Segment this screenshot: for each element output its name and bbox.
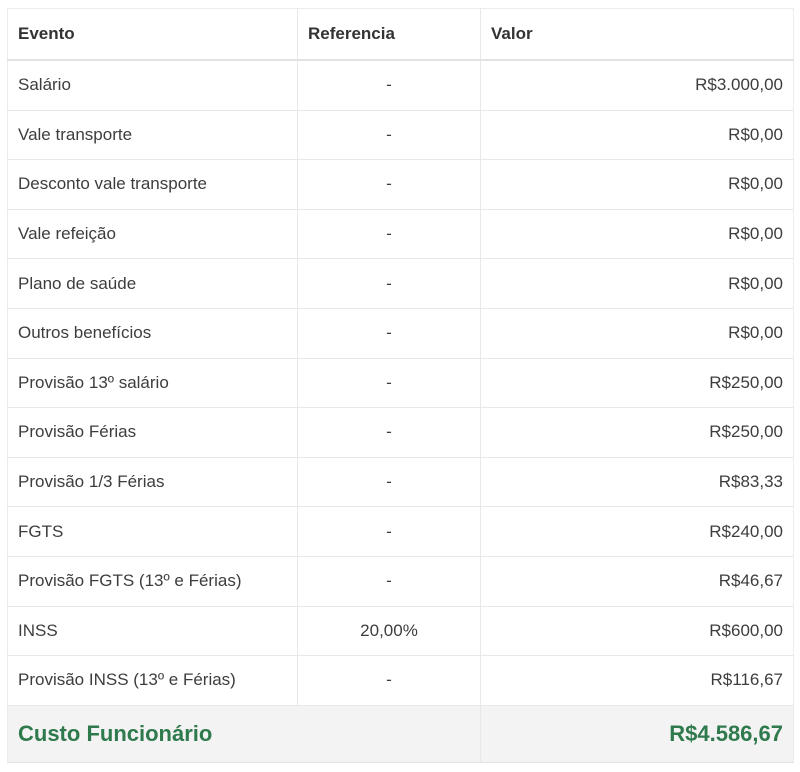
cell-referencia: - bbox=[297, 655, 481, 706]
cell-referencia: 20,00% bbox=[297, 606, 481, 657]
cell-evento: Salário bbox=[7, 60, 298, 111]
table-row: FGTS - R$240,00 bbox=[7, 506, 794, 557]
cell-valor: R$0,00 bbox=[480, 258, 794, 309]
header-evento: Evento bbox=[7, 8, 298, 61]
table-row: Provisão 1/3 Férias - R$83,33 bbox=[7, 457, 794, 508]
table-row: Plano de saúde - R$0,00 bbox=[7, 258, 794, 309]
cell-evento: Provisão 1/3 Férias bbox=[7, 457, 298, 508]
cell-evento: INSS bbox=[7, 606, 298, 657]
cell-valor: R$0,00 bbox=[480, 159, 794, 210]
cell-evento: Provisão INSS (13º e Férias) bbox=[7, 655, 298, 706]
cell-valor: R$0,00 bbox=[480, 110, 794, 161]
table-row: Provisão FGTS (13º e Férias) - R$46,67 bbox=[7, 556, 794, 607]
table-row: Provisão 13º salário - R$250,00 bbox=[7, 358, 794, 409]
cell-referencia: - bbox=[297, 556, 481, 607]
cell-referencia: - bbox=[297, 159, 481, 210]
cell-valor: R$0,00 bbox=[480, 209, 794, 260]
cell-valor: R$600,00 bbox=[480, 606, 794, 657]
cell-evento: Vale refeição bbox=[7, 209, 298, 260]
table-row: Provisão Férias - R$250,00 bbox=[7, 407, 794, 458]
table-row: Vale transporte - R$0,00 bbox=[7, 110, 794, 161]
cost-table: Evento Referencia Valor Salário - R$3.00… bbox=[7, 8, 794, 763]
table-row: Salário - R$3.000,00 bbox=[7, 60, 794, 111]
cell-referencia: - bbox=[297, 457, 481, 508]
cell-referencia: - bbox=[297, 407, 481, 458]
header-row: Evento Referencia Valor bbox=[7, 8, 794, 61]
cell-referencia: - bbox=[297, 308, 481, 359]
cell-referencia: - bbox=[297, 258, 481, 309]
cell-valor: R$250,00 bbox=[480, 358, 794, 409]
table-row: Outros benefícios - R$0,00 bbox=[7, 308, 794, 359]
header-referencia: Referencia bbox=[297, 8, 481, 61]
table-row: Desconto vale transporte - R$0,00 bbox=[7, 159, 794, 210]
table-row: Provisão INSS (13º e Férias) - R$116,67 bbox=[7, 655, 794, 706]
cell-evento: Provisão Férias bbox=[7, 407, 298, 458]
table-header: Evento Referencia Valor bbox=[7, 8, 794, 61]
total-row: Custo Funcionário R$4.586,67 bbox=[7, 705, 794, 763]
total-label: Custo Funcionário bbox=[7, 705, 481, 763]
cell-evento: Plano de saúde bbox=[7, 258, 298, 309]
cell-valor: R$240,00 bbox=[480, 506, 794, 557]
cell-evento: Provisão 13º salário bbox=[7, 358, 298, 409]
cell-evento: Provisão FGTS (13º e Férias) bbox=[7, 556, 298, 607]
table-footer: Custo Funcionário R$4.586,67 bbox=[7, 705, 794, 763]
cell-referencia: - bbox=[297, 209, 481, 260]
cell-valor: R$250,00 bbox=[480, 407, 794, 458]
cell-evento: Outros benefícios bbox=[7, 308, 298, 359]
cell-valor: R$0,00 bbox=[480, 308, 794, 359]
table-body: Salário - R$3.000,00 Vale transporte - R… bbox=[7, 60, 794, 706]
cell-valor: R$116,67 bbox=[480, 655, 794, 706]
cost-table-container: Evento Referencia Valor Salário - R$3.00… bbox=[7, 8, 794, 763]
cell-referencia: - bbox=[297, 358, 481, 409]
cell-valor: R$3.000,00 bbox=[480, 60, 794, 111]
cell-referencia: - bbox=[297, 110, 481, 161]
cell-referencia: - bbox=[297, 506, 481, 557]
cell-valor: R$46,67 bbox=[480, 556, 794, 607]
header-valor: Valor bbox=[480, 8, 794, 61]
cell-evento: Vale transporte bbox=[7, 110, 298, 161]
total-value: R$4.586,67 bbox=[480, 705, 794, 763]
table-row: INSS 20,00% R$600,00 bbox=[7, 606, 794, 657]
table-row: Vale refeição - R$0,00 bbox=[7, 209, 794, 260]
cell-evento: FGTS bbox=[7, 506, 298, 557]
cell-evento: Desconto vale transporte bbox=[7, 159, 298, 210]
cell-referencia: - bbox=[297, 60, 481, 111]
cell-valor: R$83,33 bbox=[480, 457, 794, 508]
